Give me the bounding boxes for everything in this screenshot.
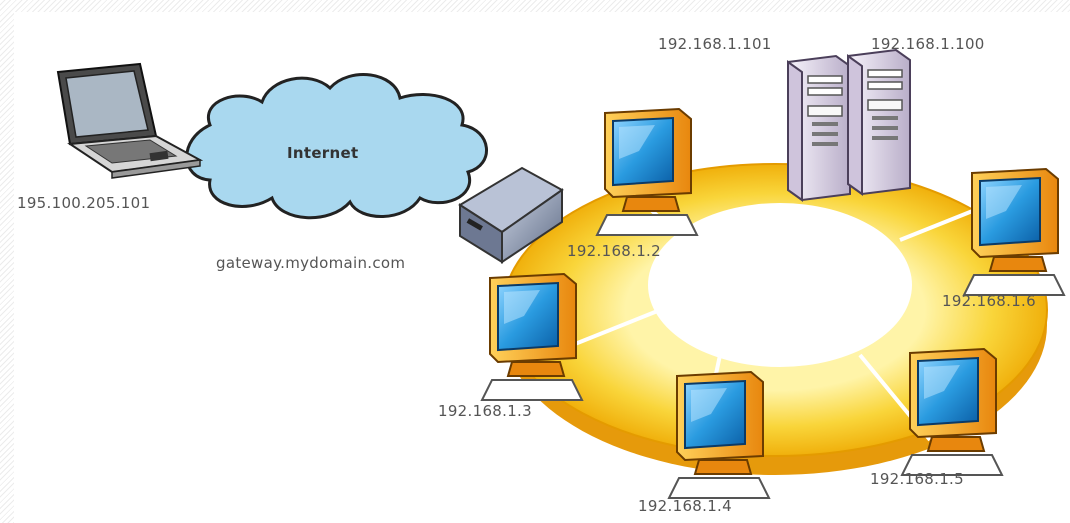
gateway-label: gateway.mydomain.com bbox=[216, 254, 406, 272]
laptop-ip-label: 195.100.205.101 bbox=[17, 194, 151, 212]
server-2-ip-label: 192.168.1.100 bbox=[871, 35, 985, 53]
workstation-192-168-1-6-icon bbox=[963, 168, 1065, 296]
client-6-ip-label: 192.168.1.6 bbox=[942, 292, 1036, 310]
internet-label: Internet bbox=[287, 144, 359, 162]
workstation-192-168-1-3-icon bbox=[481, 273, 583, 401]
server-192-168-1-101-icon bbox=[787, 55, 851, 201]
workstation-192-168-1-2-icon bbox=[596, 108, 698, 236]
workstation-192-168-1-5-icon bbox=[901, 348, 1003, 476]
network-canvas bbox=[56, 49, 1065, 499]
laptop-icon bbox=[56, 62, 204, 179]
client-5-ip-label: 192.168.1.5 bbox=[870, 470, 964, 488]
network-diagram: Internet 195.100.205.101 gateway.mydomai… bbox=[0, 0, 1070, 523]
client-2-ip-label: 192.168.1.2 bbox=[567, 242, 661, 260]
client-4-ip-label: 192.168.1.4 bbox=[638, 497, 732, 515]
server-1-ip-label: 192.168.1.101 bbox=[658, 35, 772, 53]
workstation-192-168-1-4-icon bbox=[668, 371, 770, 499]
server-192-168-1-100-icon bbox=[847, 49, 911, 195]
client-3-ip-label: 192.168.1.3 bbox=[438, 402, 532, 420]
